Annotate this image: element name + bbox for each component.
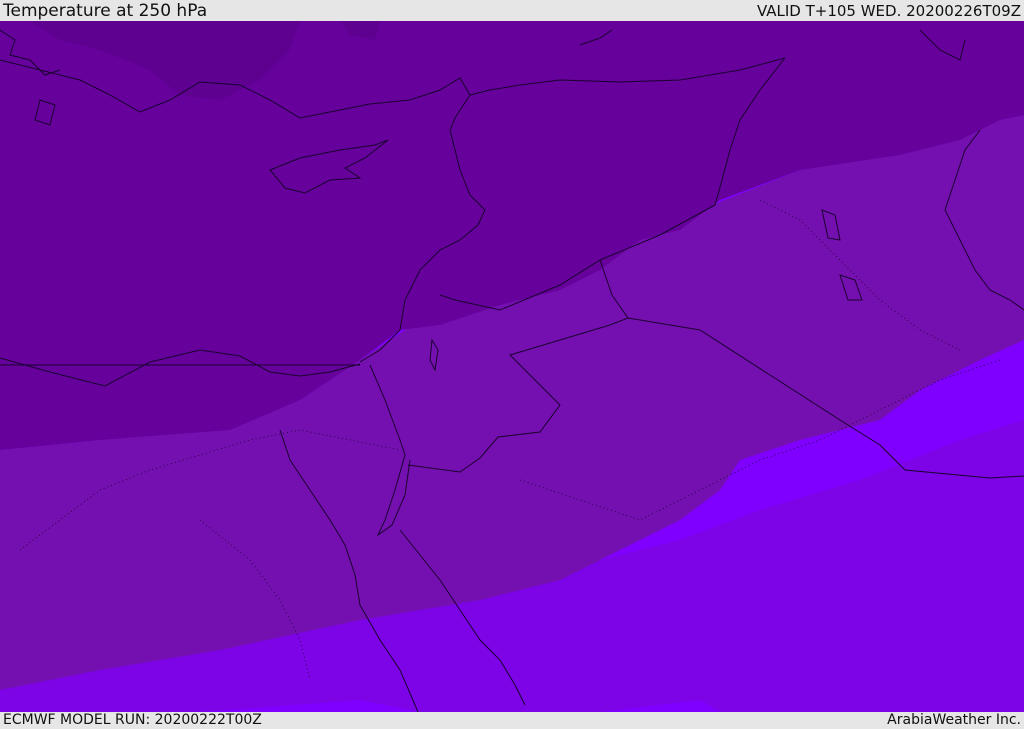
model-run: ECMWF MODEL RUN: 20200222T00Z [3,712,262,728]
map-title: Temperature at 250 hPa [3,1,208,21]
map-canvas[interactable] [0,21,1024,712]
header-bar: Temperature at 250 hPa VALID T+105 WED. … [0,0,1024,21]
footer-bar: ECMWF MODEL RUN: 20200222T00Z ArabiaWeat… [0,712,1024,729]
credit-label: ArabiaWeather Inc. [887,712,1021,728]
valid-time: VALID T+105 WED. 20200226T09Z [756,2,1021,20]
temperature-map [0,21,1024,712]
